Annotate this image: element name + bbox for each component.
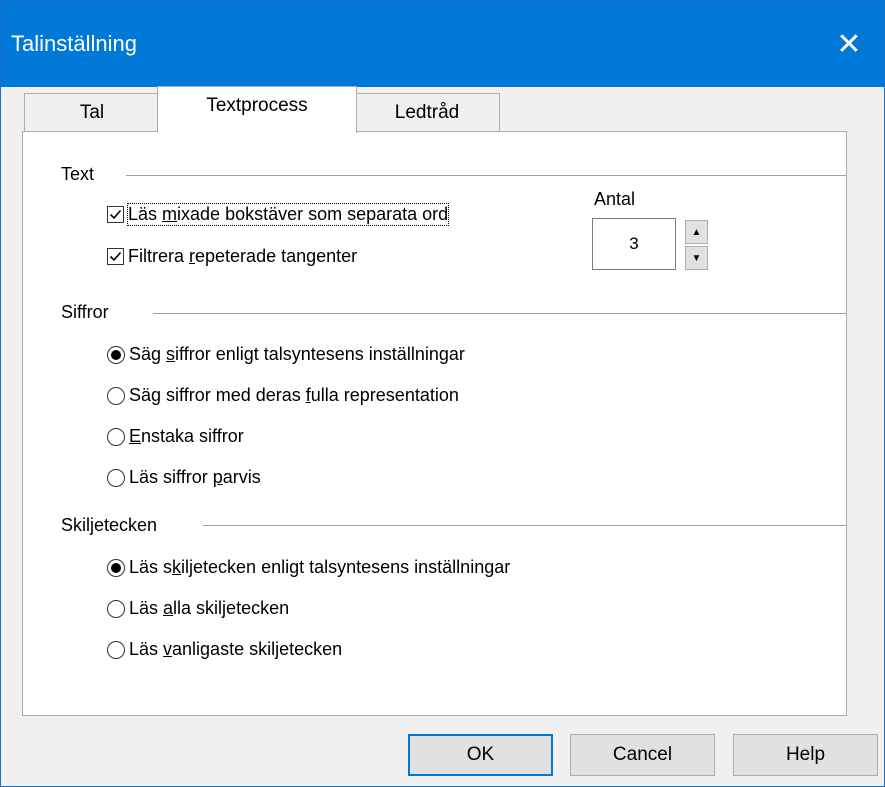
cancel-button[interactable]: Cancel bbox=[570, 734, 715, 776]
radio-icon bbox=[107, 640, 125, 659]
radio-icon bbox=[107, 599, 125, 618]
radio-label: Läs siffror parvis bbox=[129, 467, 261, 487]
radio-punct-all[interactable]: Läs alla skiljetecken bbox=[107, 598, 289, 619]
group-label-punctuation: Skiljetecken bbox=[61, 515, 158, 536]
radio-digits-synth[interactable]: Säg siffror enligt talsyntesens inställn… bbox=[107, 344, 465, 365]
checkbox-checked-icon bbox=[107, 206, 124, 223]
count-spin-input[interactable]: 3 bbox=[592, 218, 676, 270]
radio-digits-single[interactable]: Enstaka siffror bbox=[107, 426, 244, 447]
help-button[interactable]: Help bbox=[733, 734, 878, 776]
checkbox-label: Läs mixade bokstäver som separata ord bbox=[126, 203, 450, 226]
tab-label: Ledtråd bbox=[394, 102, 460, 123]
tab-tal[interactable]: Tal bbox=[24, 93, 160, 132]
checkbox-checked-icon bbox=[107, 248, 124, 265]
group-label-digits: Siffror bbox=[61, 302, 109, 323]
help-button-label: Help bbox=[785, 744, 826, 765]
radio-punct-common[interactable]: Läs vanligaste skiljetecken bbox=[107, 639, 342, 660]
radio-icon bbox=[107, 427, 125, 446]
radio-label: Läs alla skiljetecken bbox=[129, 598, 290, 618]
count-value: 3 bbox=[629, 234, 639, 253]
spin-up-icon[interactable]: ▲ bbox=[685, 220, 708, 244]
spin-down-icon[interactable]: ▼ bbox=[685, 246, 708, 270]
tab-label: Textprocess bbox=[206, 95, 308, 116]
radio-digits-full[interactable]: Säg siffror med deras fulla representati… bbox=[107, 385, 459, 406]
checkbox-mixed-letters[interactable]: Läs mixade bokstäver som separata ord bbox=[107, 203, 450, 226]
radio-label: Läs vanligaste skiljetecken bbox=[129, 639, 343, 659]
group-label-text: Text bbox=[61, 164, 95, 185]
tab-panel: Text Läs mixade bokstäver som separata o… bbox=[22, 131, 847, 716]
group-divider bbox=[126, 175, 846, 176]
window-title: Talinställning bbox=[11, 31, 137, 56]
cancel-button-label: Cancel bbox=[612, 744, 673, 765]
group-divider bbox=[203, 525, 846, 526]
ok-button[interactable]: OK bbox=[408, 734, 553, 776]
radio-icon bbox=[107, 386, 125, 405]
radio-label: Säg siffror med deras fulla representati… bbox=[129, 385, 459, 405]
checkbox-filter-repeated[interactable]: Filtrera repeterade tangenter bbox=[107, 246, 357, 267]
radio-icon bbox=[107, 468, 125, 487]
radio-selected-icon bbox=[107, 558, 125, 577]
radio-selected-icon bbox=[107, 345, 125, 364]
tab-textprocess[interactable]: Textprocess bbox=[157, 86, 357, 133]
radio-punct-synth[interactable]: Läs skiljetecken enligt talsyntesens ins… bbox=[107, 557, 510, 578]
radio-label: Enstaka siffror bbox=[129, 426, 244, 446]
tab-ledtrad[interactable]: Ledtråd bbox=[354, 93, 500, 132]
radio-digits-pairs[interactable]: Läs siffror parvis bbox=[107, 467, 261, 488]
group-divider bbox=[153, 313, 846, 314]
close-icon[interactable]: ✕ bbox=[814, 1, 884, 87]
radio-label: Läs skiljetecken enligt talsyntesens ins… bbox=[129, 557, 511, 577]
radio-label: Säg siffror enligt talsyntesens inställn… bbox=[129, 344, 465, 364]
count-label: Antal bbox=[594, 189, 636, 209]
title-bar: Talinställning ✕ bbox=[1, 1, 884, 87]
checkbox-label: Filtrera repeterade tangenter bbox=[128, 246, 358, 266]
ok-button-label: OK bbox=[466, 744, 495, 765]
tab-label: Tal bbox=[79, 102, 105, 123]
